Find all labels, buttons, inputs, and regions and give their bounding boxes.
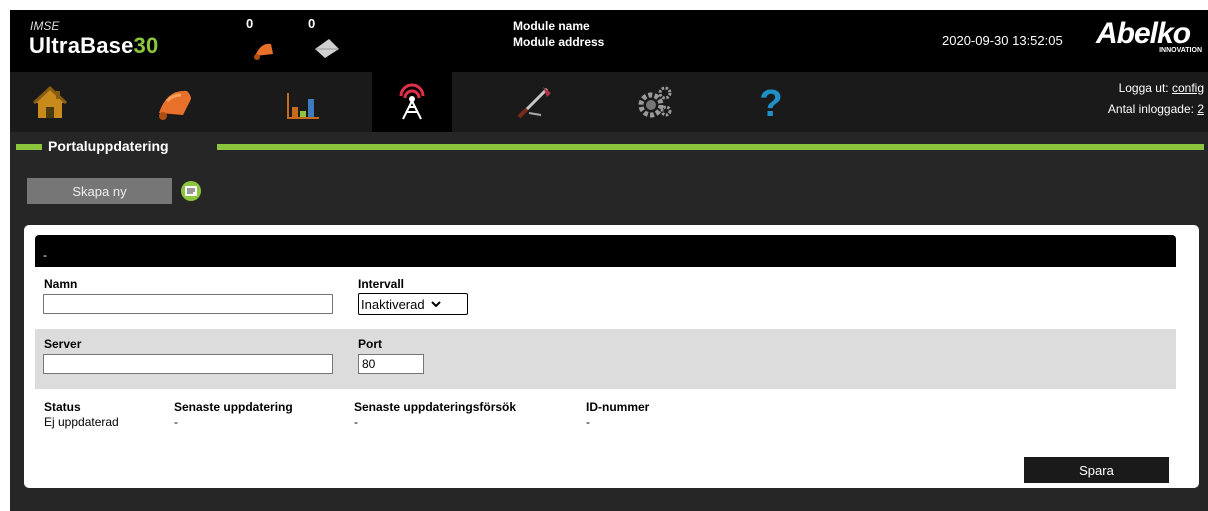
server-input[interactable] — [43, 354, 333, 374]
nav-communication[interactable] — [372, 72, 452, 132]
last-attempt-value: - — [354, 415, 358, 429]
port-input[interactable] — [358, 354, 424, 374]
card-header-text: - — [43, 248, 47, 262]
logged-in-count-link[interactable]: 2 — [1197, 102, 1204, 116]
logout-link[interactable]: config — [1172, 81, 1204, 95]
brand-name: UltraBase30 — [29, 33, 159, 58]
last-attempt-label: Senaste uppdateringsförsök — [354, 400, 517, 414]
card-header: - — [35, 235, 1176, 267]
brand-small: IMSE — [30, 19, 60, 33]
nav-alarms[interactable] — [135, 72, 215, 132]
main-nav: ? Logga ut: config Antal inloggade: 2 — [10, 72, 1208, 132]
last-update-value: - — [174, 415, 178, 429]
chevron-down-icon — [430, 301, 441, 308]
section-title: Portaluppdatering — [48, 138, 169, 154]
alarm-count: 0 — [246, 16, 254, 31]
user-info: Logga ut: config Antal inloggade: 2 — [1108, 78, 1204, 120]
help-icon: ? — [759, 83, 782, 122]
nav-home[interactable] — [10, 72, 90, 132]
name-label: Namn — [44, 277, 78, 291]
antenna-icon — [399, 83, 425, 120]
interval-label: Intervall — [358, 277, 405, 291]
module-info: Module name Module address — [513, 18, 604, 50]
status-value: Ej uppdaterad — [44, 415, 119, 429]
settings-gears-icon — [638, 86, 672, 118]
tools-icon — [517, 87, 551, 119]
info-icon[interactable] — [180, 180, 202, 202]
server-label: Server — [44, 337, 82, 351]
alarm-bell-small-icon[interactable] — [251, 38, 277, 60]
logout-label: Logga ut: — [1118, 81, 1169, 95]
top-header: IMSE UltraBase30 0 0 Module name Module … — [10, 10, 1208, 72]
nav-settings[interactable] — [615, 72, 695, 132]
section-header: Portaluppdatering — [10, 138, 1208, 156]
home-icon — [32, 85, 68, 118]
portal-update-card: - Namn Intervall Inaktiverad Server Port… — [24, 225, 1199, 488]
row-server-port: Server Port — [35, 329, 1176, 389]
app-window: IMSE UltraBase30 0 0 Module name Module … — [10, 10, 1208, 511]
save-button[interactable]: Spara — [1024, 457, 1169, 483]
name-input[interactable] — [43, 294, 333, 314]
interval-select[interactable]: Inaktiverad — [358, 293, 468, 315]
envelope-icon[interactable] — [313, 37, 341, 59]
nav-help[interactable]: ? — [731, 72, 811, 132]
port-label: Port — [358, 337, 382, 351]
alarm-bell-icon — [159, 90, 191, 120]
module-address: Module address — [513, 35, 605, 49]
row-status: Status Ej uppdaterad Senaste uppdatering… — [35, 390, 1176, 445]
create-new-button[interactable]: Skapa ny — [27, 178, 172, 204]
status-label: Status — [44, 400, 81, 414]
nav-charts[interactable] — [262, 72, 342, 132]
interval-value: Inaktiverad — [361, 296, 425, 312]
abelko-logo: Abelko INNOVATION — [1096, 17, 1202, 55]
module-name: Module name — [513, 19, 590, 33]
svg-text:?: ? — [759, 83, 782, 122]
section-bar-left — [16, 144, 42, 150]
nav-tools[interactable] — [495, 72, 575, 132]
id-number-value: - — [586, 415, 590, 429]
row-name-interval: Namn Intervall Inaktiverad — [35, 269, 1176, 329]
message-count: 0 — [308, 16, 316, 31]
id-number-label: ID-nummer — [586, 400, 650, 414]
chart-icon — [287, 93, 319, 119]
datetime: 2020-09-30 13:52:05 — [942, 33, 1063, 48]
last-update-label: Senaste uppdatering — [174, 400, 293, 414]
logged-in-label: Antal inloggade: — [1107, 102, 1194, 116]
section-bar-right — [217, 144, 1204, 150]
